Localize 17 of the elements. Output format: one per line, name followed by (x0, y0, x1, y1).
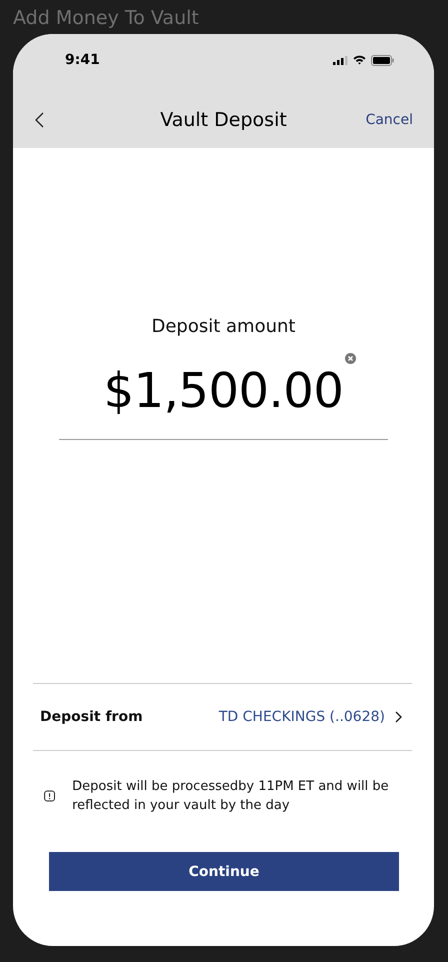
amount-value: $1,500.00 (104, 363, 344, 419)
back-icon[interactable] (35, 112, 44, 128)
deposit-from-row[interactable]: Deposit from TD CHECKINGS (..0628) (13, 684, 434, 750)
status-time: 9:41 (65, 52, 100, 68)
wifi-icon (353, 55, 366, 65)
notice-text: Deposit will be processedby 11PM ET and will be reflected in your vault by the day (72, 778, 390, 815)
amount-label: Deposit amount (150, 316, 296, 337)
continue-button[interactable]: Continue (49, 852, 399, 891)
frame-title: Add Money To Vault (13, 6, 200, 31)
screen-title: Vault Deposit (160, 109, 287, 131)
deposit-from-label: Deposit from (40, 709, 143, 725)
account-name: TD CHECKINGS (..0628) (218, 709, 385, 725)
battery-icon (371, 54, 394, 66)
signal-icon (333, 56, 348, 64)
clear-icon[interactable] (345, 353, 356, 364)
cancel-button[interactable]: Cancel (366, 112, 413, 128)
chevron-right-icon (395, 711, 402, 723)
